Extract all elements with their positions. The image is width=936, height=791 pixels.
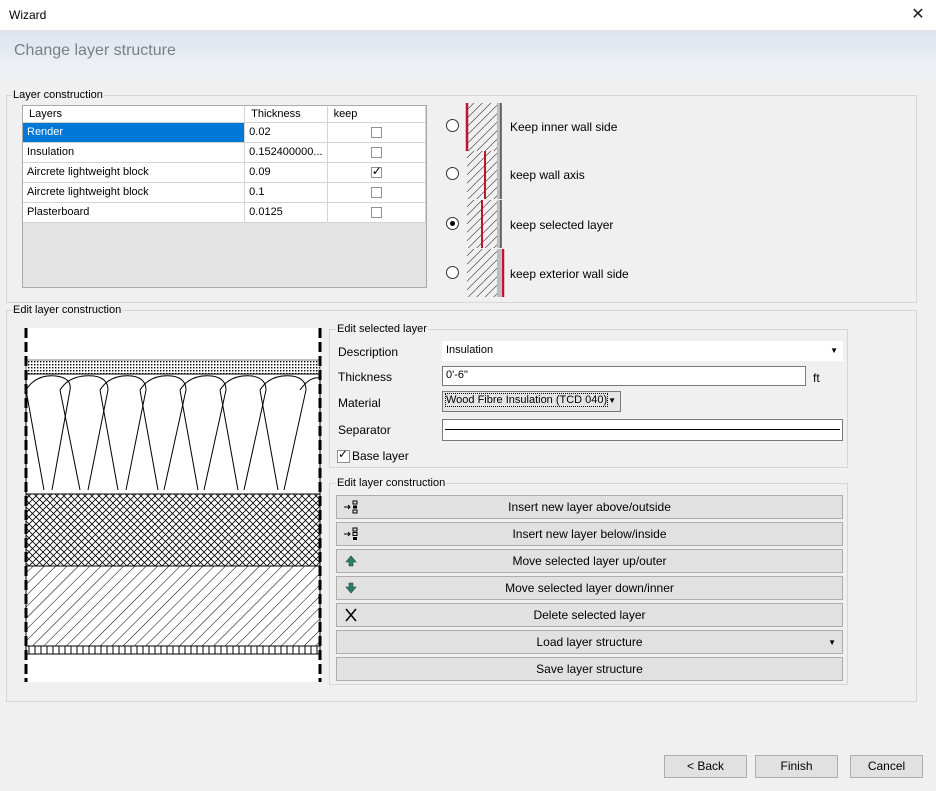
material-label: Material xyxy=(338,396,381,410)
thickness-value: 0'-6" xyxy=(446,369,468,381)
chevron-down-icon: ▼ xyxy=(828,638,836,647)
chevron-down-icon: ▼ xyxy=(608,396,616,405)
thickness-unit: ft xyxy=(813,371,820,385)
option-keep-selected-label[interactable]: keep selected layer xyxy=(510,218,613,232)
table-row[interactable]: Aircrete lightweight block 0.1 xyxy=(23,182,427,203)
keep-checkbox[interactable] xyxy=(370,126,382,138)
layer-name-cell[interactable]: Render xyxy=(23,122,246,143)
radio-keep-exterior[interactable] xyxy=(446,266,459,279)
material-dropdown[interactable]: Wood Fibre Insulation (TCD 040) ▼ xyxy=(442,391,621,412)
move-layer-up-button[interactable]: Move selected layer up/outer xyxy=(336,549,843,573)
back-button[interactable]: < Back xyxy=(664,755,747,778)
wall-keep-axis-icon xyxy=(467,151,502,199)
header-band: Change layer structure xyxy=(0,31,936,83)
separator-picker[interactable] xyxy=(442,419,843,441)
separator-label: Separator xyxy=(338,423,391,437)
table-row[interactable]: Render 0.02 xyxy=(23,122,427,143)
thickness-label: Thickness xyxy=(338,370,393,384)
delete-layer-label: Delete selected layer xyxy=(533,608,646,622)
separator-line xyxy=(445,429,840,430)
layer-thickness-cell[interactable]: 0.0125 xyxy=(244,202,328,223)
finish-button[interactable]: Finish xyxy=(755,755,838,778)
column-header-thickness[interactable]: Thickness xyxy=(244,106,328,123)
insert-layer-above-button[interactable]: Insert new layer above/outside xyxy=(336,495,843,519)
arrow-down-icon xyxy=(345,582,357,594)
layer-thickness-cell[interactable]: 0.152400000... xyxy=(244,142,328,163)
layer-thickness-cell[interactable]: 0.09 xyxy=(244,162,328,183)
delete-layer-button[interactable]: Delete selected layer xyxy=(336,603,843,627)
delete-icon xyxy=(345,608,357,622)
layer-thickness-cell[interactable]: 0.02 xyxy=(244,122,328,143)
column-header-keep[interactable]: keep xyxy=(327,106,427,123)
insert-above-icon xyxy=(344,500,358,514)
table-row[interactable]: Plasterboard 0.0125 xyxy=(23,202,427,223)
keep-checkbox[interactable] xyxy=(370,186,382,198)
wall-keep-selected-icon xyxy=(467,200,502,248)
description-dropdown[interactable]: Insulation ▼ xyxy=(442,341,843,361)
option-keep-inner-label[interactable]: Keep inner wall side xyxy=(510,120,617,134)
description-label: Description xyxy=(338,345,399,359)
finish-label: Finish xyxy=(780,759,813,773)
layer-construction-label: Layer construction xyxy=(12,89,104,101)
edit-layer-construction-label: Edit layer construction xyxy=(12,304,123,316)
wall-section-preview[interactable] xyxy=(22,328,324,682)
save-layer-structure-button[interactable]: Save layer structure xyxy=(336,657,843,681)
keep-checkbox[interactable] xyxy=(370,146,382,158)
thickness-input[interactable]: 0'-6" xyxy=(442,366,806,386)
save-layer-structure-label: Save layer structure xyxy=(536,662,643,676)
layer-actions-label: Edit layer construction xyxy=(336,477,447,489)
table-row[interactable]: Aircrete lightweight block 0.09 xyxy=(23,162,427,183)
insert-below-icon xyxy=(344,527,358,540)
page-title: Change layer structure xyxy=(14,42,176,59)
radio-keep-inner[interactable] xyxy=(446,119,459,132)
cancel-label: Cancel xyxy=(867,759,906,773)
radio-keep-selected[interactable] xyxy=(446,217,459,230)
layer-name-cell[interactable]: Insulation xyxy=(23,142,246,163)
wall-keep-exterior-icon xyxy=(467,249,505,297)
window-title: Wizard xyxy=(9,8,47,22)
move-layer-up-label: Move selected layer up/outer xyxy=(512,554,667,568)
arrow-up-icon xyxy=(345,555,357,567)
insert-layer-below-label: Insert new layer below/inside xyxy=(512,527,667,541)
layer-name-cell[interactable]: Plasterboard xyxy=(23,202,246,223)
keep-checkbox[interactable] xyxy=(370,164,382,178)
radio-keep-axis[interactable] xyxy=(446,167,459,180)
option-keep-axis-label[interactable]: keep wall axis xyxy=(510,168,585,182)
chevron-down-icon: ▼ xyxy=(830,346,838,355)
keep-checkbox[interactable] xyxy=(370,206,382,218)
back-label: < Back xyxy=(686,759,725,773)
layer-name-cell[interactable]: Aircrete lightweight block xyxy=(23,162,246,183)
base-layer-checkbox[interactable] xyxy=(337,447,350,464)
load-layer-structure-label: Load layer structure xyxy=(536,635,643,649)
option-keep-exterior-label[interactable]: keep exterior wall side xyxy=(510,267,629,281)
insert-layer-below-button[interactable]: Insert new layer below/inside xyxy=(336,522,843,546)
edit-selected-layer-label: Edit selected layer xyxy=(336,323,428,335)
load-layer-structure-button[interactable]: Load layer structure ▼ xyxy=(336,630,843,654)
cancel-button[interactable]: Cancel xyxy=(850,755,923,778)
layers-table[interactable]: Layers Thickness keep Render 0.02 Insula… xyxy=(22,105,427,288)
move-layer-down-label: Move selected layer down/inner xyxy=(505,581,674,595)
wall-keep-inner-icon xyxy=(465,103,502,151)
description-value: Insulation xyxy=(446,344,494,356)
close-icon[interactable]: ✕ xyxy=(900,0,936,31)
insert-layer-above-label: Insert new layer above/outside xyxy=(508,500,671,514)
title-bar: Wizard ✕ xyxy=(0,0,936,31)
column-header-layers[interactable]: Layers xyxy=(23,106,246,123)
material-value: Wood Fibre Insulation (TCD 040) xyxy=(444,393,609,407)
layer-thickness-cell[interactable]: 0.1 xyxy=(244,182,328,203)
table-row[interactable]: Insulation 0.152400000... xyxy=(23,142,427,163)
base-layer-label[interactable]: Base layer xyxy=(352,449,409,463)
move-layer-down-button[interactable]: Move selected layer down/inner xyxy=(336,576,843,600)
layer-name-cell[interactable]: Aircrete lightweight block xyxy=(23,182,246,203)
